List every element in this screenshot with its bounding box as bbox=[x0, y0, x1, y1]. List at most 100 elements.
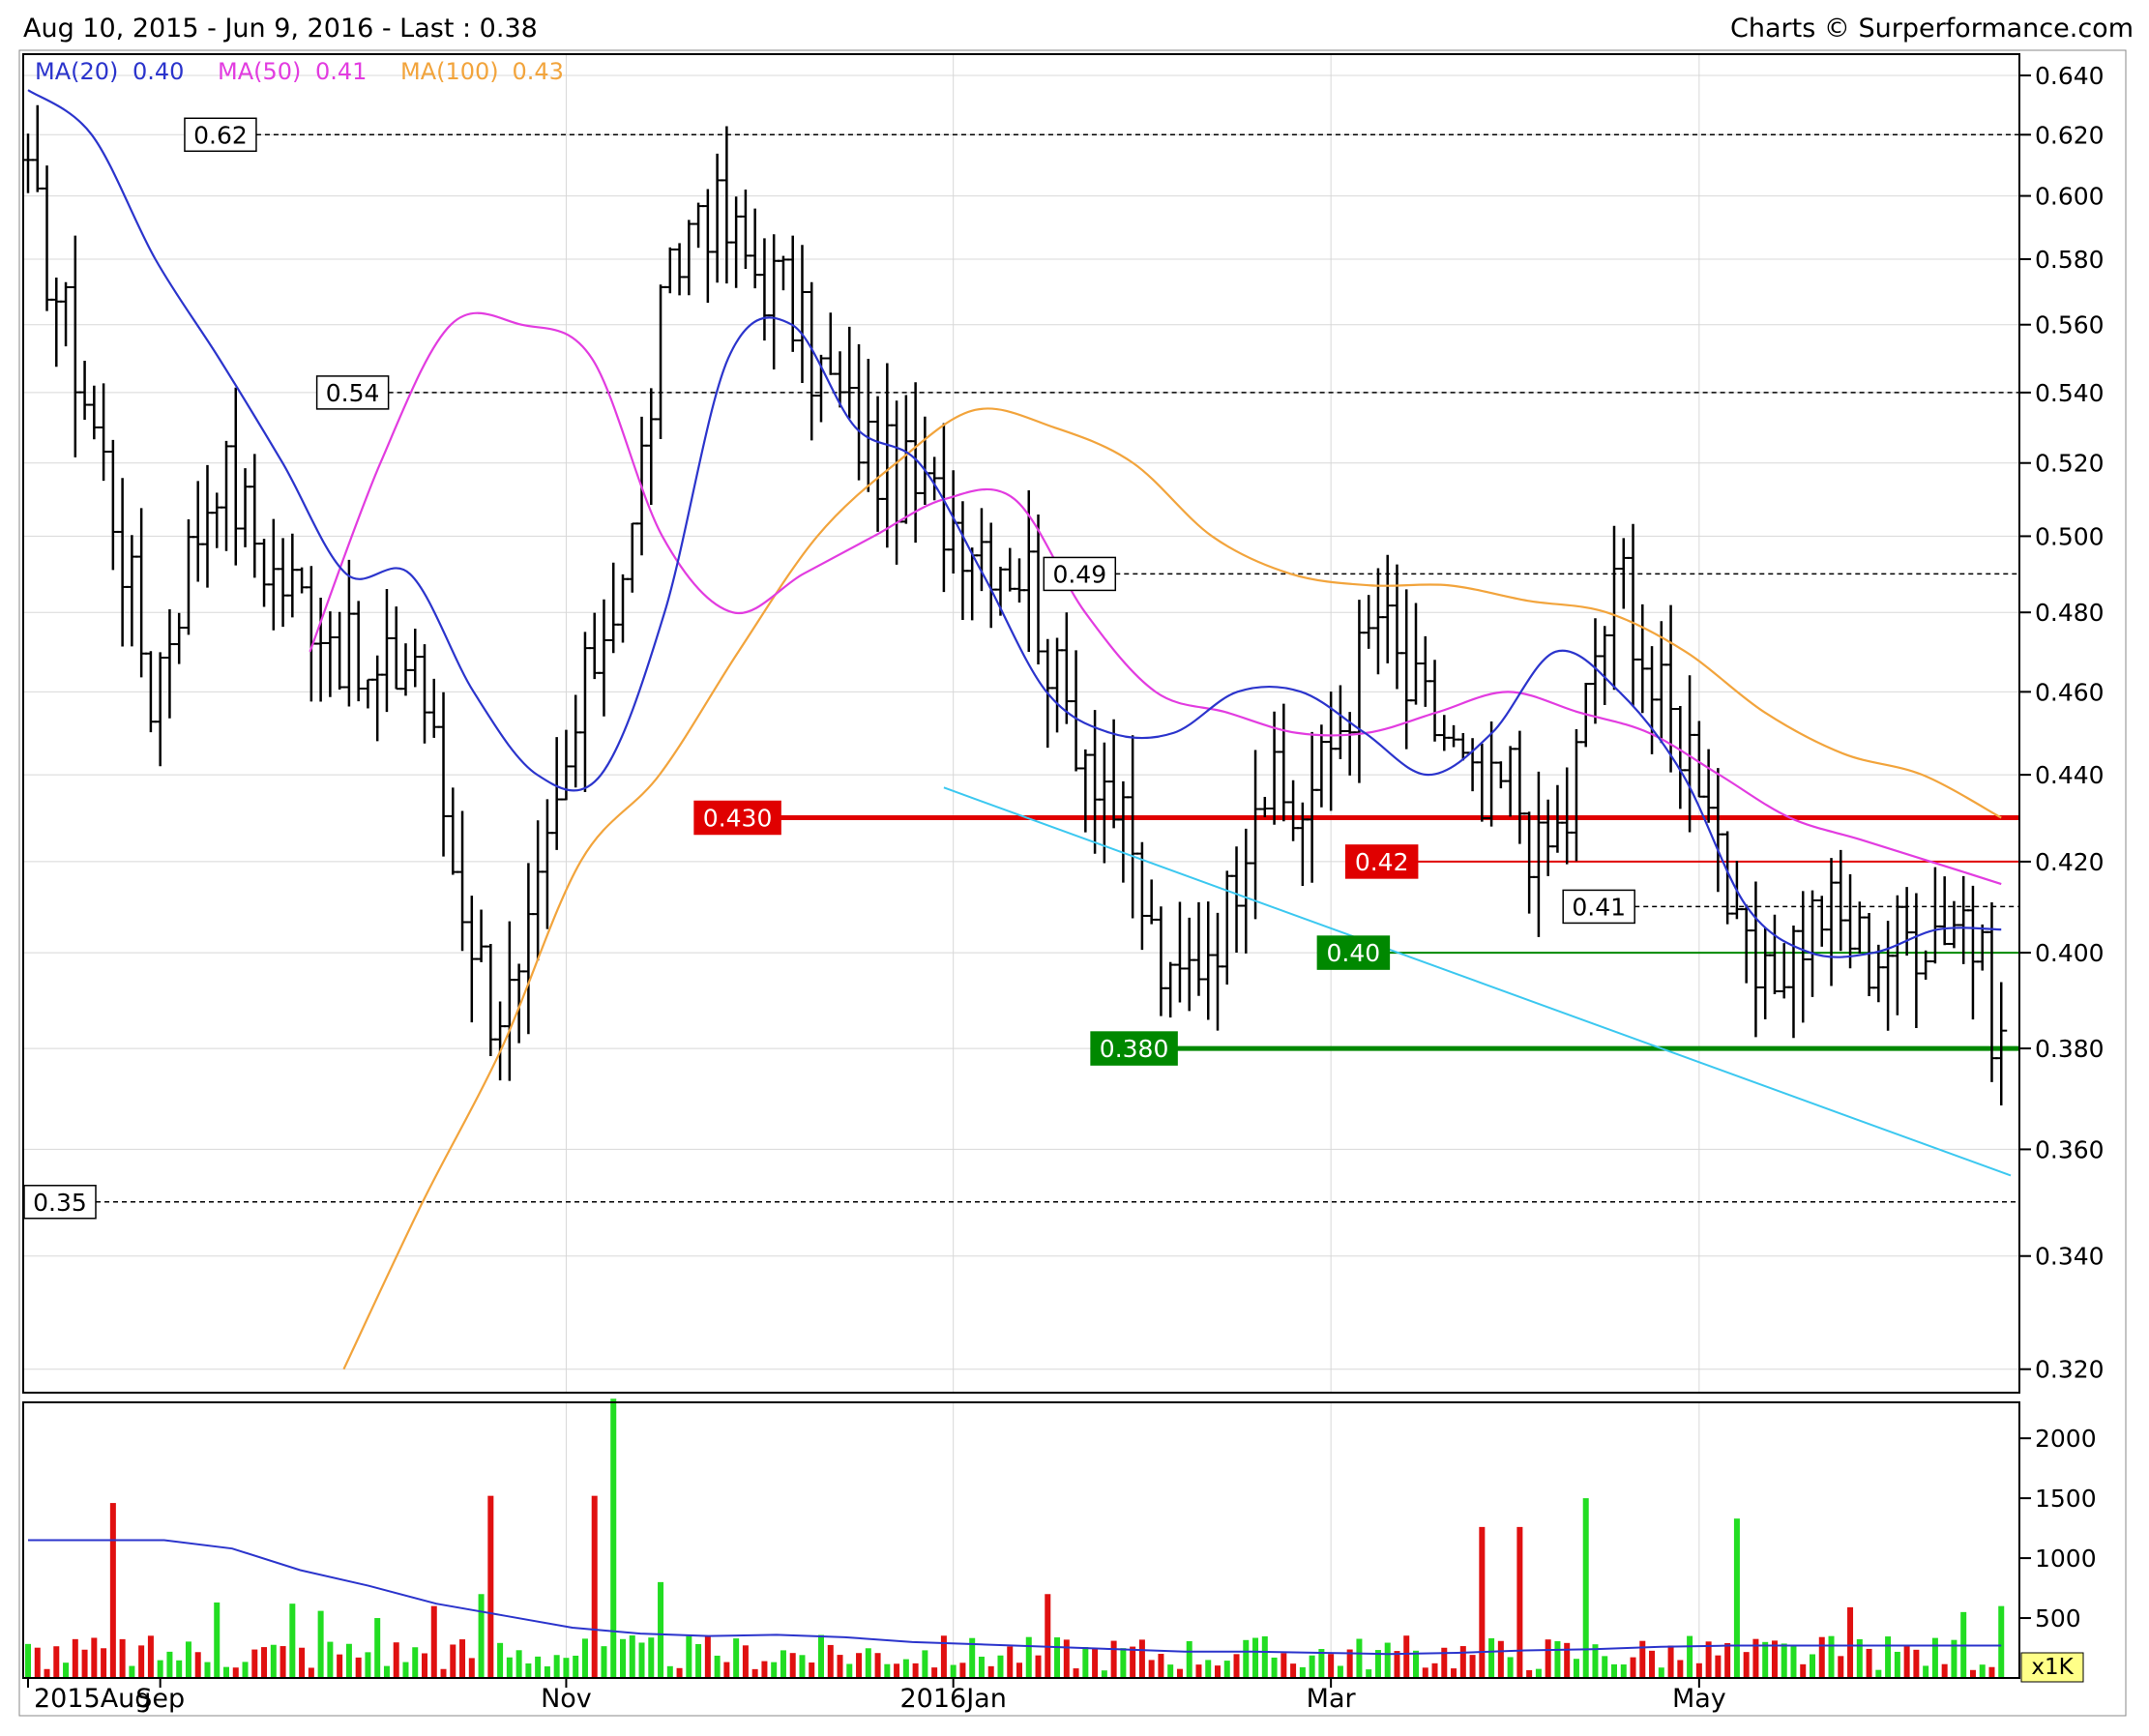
volume-bar bbox=[1988, 1666, 1995, 1678]
volume-bar bbox=[214, 1602, 221, 1678]
volume-bar bbox=[497, 1642, 504, 1678]
volume-bar bbox=[884, 1663, 891, 1678]
volume-bar bbox=[1847, 1606, 1854, 1678]
volume-bar bbox=[751, 1668, 758, 1678]
volume-bar bbox=[1035, 1655, 1042, 1678]
volume-bar bbox=[837, 1655, 843, 1678]
volume-bar bbox=[450, 1644, 456, 1678]
volume-bar bbox=[1167, 1664, 1174, 1678]
volume-bar bbox=[1715, 1655, 1722, 1678]
volume-bar bbox=[771, 1662, 778, 1678]
volume-bar bbox=[1138, 1639, 1145, 1678]
volume-bar bbox=[129, 1665, 135, 1678]
volume-y-tick-label: 1000 bbox=[2035, 1545, 2097, 1573]
volume-bar bbox=[1271, 1657, 1278, 1678]
x-tick-label: Nov bbox=[541, 1684, 592, 1714]
y-tick-label: 0.480 bbox=[2035, 599, 2105, 627]
volume-bar bbox=[987, 1665, 994, 1678]
volume-bar bbox=[242, 1662, 249, 1678]
volume-bar bbox=[1459, 1646, 1466, 1678]
volume-bar bbox=[487, 1495, 494, 1678]
volume-bar bbox=[676, 1667, 683, 1678]
volume-bar bbox=[1045, 1594, 1051, 1678]
volume-bar bbox=[1526, 1669, 1533, 1678]
volume-bar bbox=[535, 1656, 542, 1678]
volume-bar bbox=[818, 1634, 824, 1678]
volume-bar bbox=[1695, 1662, 1702, 1678]
volume-bar bbox=[1931, 1637, 1938, 1678]
volume-bar bbox=[780, 1650, 786, 1678]
volume-bar bbox=[1176, 1668, 1183, 1678]
volume-bar bbox=[1724, 1642, 1731, 1678]
volume-bar bbox=[1195, 1664, 1202, 1678]
volume-bar bbox=[1110, 1640, 1117, 1678]
volume-bar bbox=[81, 1649, 88, 1678]
volume-bar bbox=[1800, 1663, 1807, 1678]
volume-bar bbox=[1667, 1645, 1674, 1678]
volume-bar bbox=[1205, 1660, 1212, 1678]
volume-bar bbox=[176, 1660, 183, 1678]
volume-bar bbox=[1611, 1663, 1617, 1678]
volume-bar bbox=[1875, 1669, 1882, 1678]
y-tick-label: 0.340 bbox=[2035, 1243, 2105, 1271]
volume-bar bbox=[138, 1645, 145, 1678]
volume-bar bbox=[355, 1657, 362, 1678]
level-label: 0.41 bbox=[1572, 893, 1626, 921]
volume-bar bbox=[902, 1659, 909, 1678]
volume-bar bbox=[1828, 1635, 1835, 1678]
volume-bar bbox=[865, 1648, 871, 1678]
level-label: 0.380 bbox=[1100, 1035, 1169, 1063]
volume-bar bbox=[1243, 1639, 1250, 1678]
volume-bar bbox=[856, 1653, 863, 1678]
volume-bar bbox=[742, 1645, 749, 1678]
legend-value: 0.43 bbox=[513, 58, 564, 85]
volume-bar bbox=[959, 1662, 966, 1678]
volume-bar bbox=[1120, 1648, 1127, 1678]
y-tick-label: 0.640 bbox=[2035, 62, 2105, 90]
volume-bar bbox=[1158, 1654, 1164, 1678]
volume-bar bbox=[440, 1668, 447, 1678]
y-tick-label: 0.460 bbox=[2035, 678, 2105, 706]
volume-bar bbox=[63, 1662, 70, 1678]
volume-y-tick-label: 500 bbox=[2035, 1604, 2081, 1633]
volume-ma-line bbox=[28, 1539, 2002, 1656]
chart-credit: Charts © Surperformance.com bbox=[1730, 14, 2134, 44]
volume-bar bbox=[147, 1635, 154, 1678]
y-tick-label: 0.420 bbox=[2035, 848, 2105, 876]
volume-bar bbox=[1337, 1665, 1343, 1678]
volume-bar bbox=[1705, 1641, 1712, 1678]
level-label: 0.430 bbox=[703, 805, 773, 833]
volume-bar bbox=[1903, 1644, 1910, 1678]
volume-bar bbox=[1356, 1638, 1363, 1678]
volume-bar bbox=[1007, 1646, 1014, 1678]
level-label: 0.54 bbox=[326, 379, 380, 407]
volume-bar bbox=[1479, 1526, 1486, 1678]
volume-bar bbox=[1790, 1644, 1797, 1678]
volume-y-tick-label: 2000 bbox=[2035, 1425, 2097, 1453]
volume-bar bbox=[846, 1663, 853, 1678]
y-tick-label: 0.620 bbox=[2035, 121, 2105, 149]
volume-bar bbox=[1507, 1657, 1514, 1678]
y-tick-label: 0.400 bbox=[2035, 939, 2105, 967]
outer-frame bbox=[18, 49, 2127, 1717]
volume-bar bbox=[940, 1635, 947, 1678]
volume-bar bbox=[799, 1655, 806, 1678]
volume-bar bbox=[1677, 1660, 1684, 1678]
price-panel-frame bbox=[22, 53, 2020, 1394]
y-tick-label: 0.500 bbox=[2035, 522, 2105, 550]
volume-bar bbox=[1913, 1649, 1920, 1678]
volume-bar bbox=[1261, 1635, 1268, 1678]
volume-bar bbox=[345, 1643, 352, 1678]
volume-bar bbox=[1923, 1665, 1929, 1678]
volume-bar bbox=[827, 1644, 834, 1678]
volume-bar bbox=[1866, 1648, 1872, 1678]
volume-bar bbox=[931, 1667, 938, 1678]
stock-chart: 0.62 0.54 0.49 0.41 0.35 0.430 0.42 0.40 0.380 0… bbox=[0, 0, 2149, 1736]
volume-bar bbox=[1469, 1655, 1476, 1678]
volume-bar bbox=[950, 1664, 957, 1678]
x-tick-label: 2016Jan bbox=[899, 1684, 1006, 1714]
volume-bar bbox=[591, 1495, 598, 1678]
y-tick-label: 0.320 bbox=[2035, 1356, 2105, 1384]
volume-bar bbox=[1413, 1650, 1419, 1678]
volume-bar bbox=[1818, 1636, 1825, 1678]
